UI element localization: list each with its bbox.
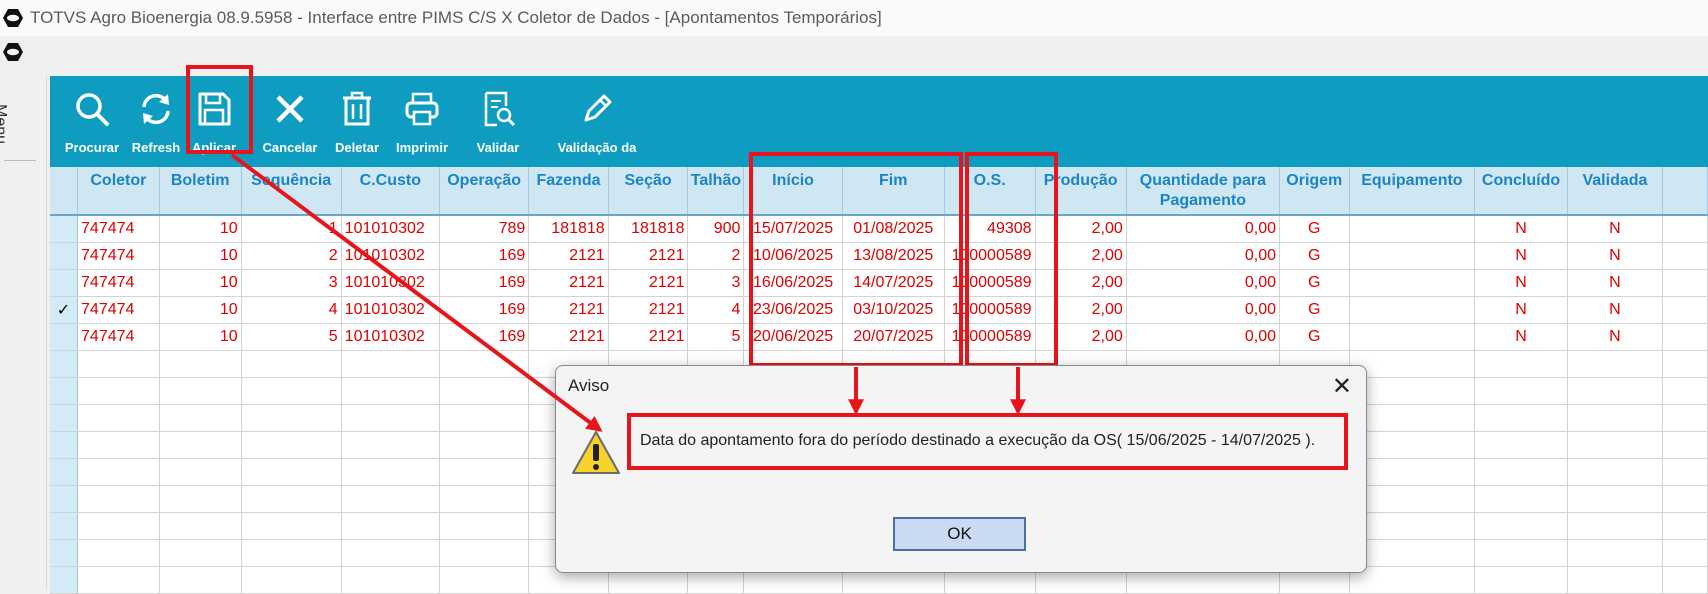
arrow-apply-to-warning: [230, 153, 603, 432]
annotation-arrows: [230, 153, 1026, 432]
